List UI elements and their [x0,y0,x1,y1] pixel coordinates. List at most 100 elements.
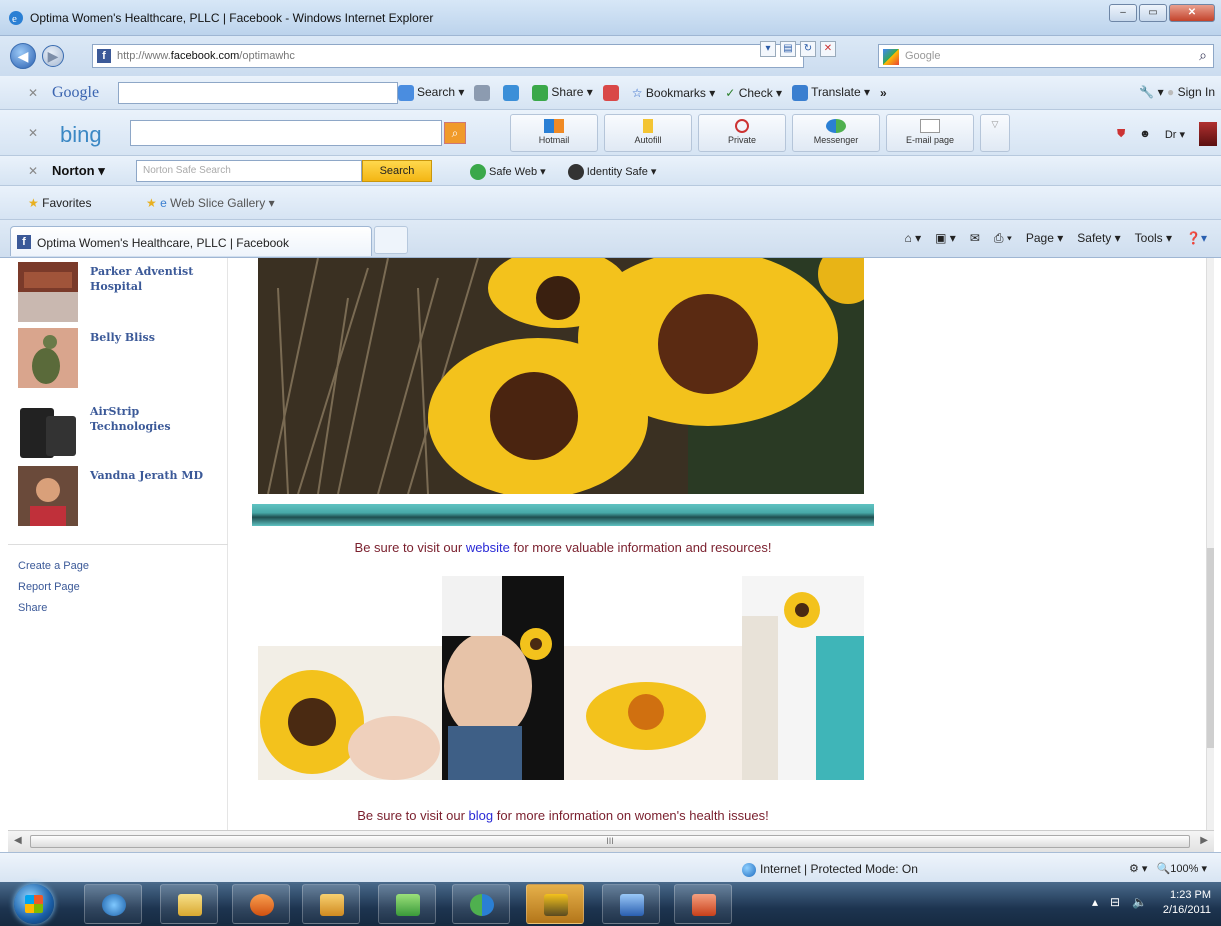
website-link[interactable]: website [466,540,510,555]
show-hidden-icons-icon[interactable]: ▴ [1092,895,1098,909]
taskbar-network[interactable] [602,884,660,924]
help-icon[interactable]: ❓▾ [1186,231,1207,246]
liked-page-item[interactable]: Parker Adventist Hospital [18,262,218,324]
bing-search-input[interactable] [130,120,442,146]
toolbar-translate-button[interactable]: Translate ▾ [792,85,870,101]
refresh-icon[interactable]: ↻ [800,41,816,57]
dropdown-icon[interactable]: ▾ [760,41,776,57]
close-button[interactable]: ✕ [1169,4,1215,22]
address-bar[interactable]: f http://www.facebook.com/optimawhc [92,44,804,68]
web-slice-gallery-link[interactable]: ★ e Web Slice Gallery ▾ [146,196,275,210]
volume-icon[interactable]: 🔈 [1132,895,1147,909]
taskbar-ie[interactable] [84,884,142,924]
clock[interactable]: 1:23 PM 2/16/2011 [1163,888,1211,918]
scroll-right-icon[interactable]: ▶ [1200,835,1208,846]
close-toolbar-icon[interactable]: ✕ [28,126,38,140]
safe-web-button[interactable]: Safe Web ▾ [470,164,546,180]
horizontal-scrollbar[interactable]: ◀ III ▶ [8,830,1214,852]
notes-icon [396,894,420,916]
search-box[interactable]: Google ⌕ [878,44,1214,68]
taskbar-onenote[interactable] [378,884,436,924]
zoom-level[interactable]: ⚙ ▾ 🔍100% ▾ [1129,862,1207,875]
liked-page-name[interactable]: Vandna Jerath MD [90,468,220,483]
home-icon[interactable]: ⌂ ▾ [905,231,922,246]
bing-search-button[interactable]: ⌕ [444,122,466,144]
mail-icon[interactable]: ✉ [970,231,980,246]
liked-page-name[interactable]: Parker Adventist Hospital [90,264,220,294]
network-icon[interactable]: ⊟ [1110,895,1120,909]
toolbar-search-button[interactable]: Search ▾ [398,85,464,101]
norton-search-input[interactable]: Norton Safe Search [136,160,362,182]
liked-page-item[interactable]: Belly Bliss [18,328,218,390]
vertical-scroll-thumb[interactable] [1207,548,1214,748]
popup-blocker-icon[interactable] [602,85,619,101]
safety-menu[interactable]: Safety ▾ [1077,231,1120,246]
norton-search-button[interactable]: Search [362,160,432,182]
liked-page-item[interactable]: Vandna Jerath MD [18,466,218,528]
close-toolbar-icon[interactable]: ✕ [28,86,38,100]
identity-safe-button[interactable]: Identity Safe ▾ [567,164,656,180]
liked-page-name[interactable]: AirStrip Technologies [90,404,220,434]
close-toolbar-icon[interactable]: ✕ [28,164,38,178]
main-column: Be sure to visit our website for more va… [252,258,874,830]
arrow-icon[interactable] [503,85,520,101]
search-icon[interactable]: ⌕ [1199,47,1207,64]
favorites-button[interactable]: ★ Favorites [28,196,91,210]
user-icon[interactable]: ☻ [1139,128,1151,140]
liked-page-item[interactable]: AirStrip Technologies [18,402,218,464]
messenger-button[interactable]: Messenger [792,114,880,152]
bing-dropdown-button[interactable]: ▽ [980,114,1010,152]
horizontal-scroll-thumb[interactable]: III [30,835,1190,848]
compatibility-view-icon[interactable]: ▤ [780,41,796,57]
taskbar-media[interactable] [232,884,290,924]
security-zone[interactable]: Internet | Protected Mode: On [742,862,918,877]
create-page-link[interactable]: Create a Page [18,556,89,577]
tab-bar: f Optima Women's Healthcare, PLLC | Face… [0,220,1221,258]
tab-active[interactable]: f Optima Women's Healthcare, PLLC | Face… [10,226,372,256]
taskbar-outlook[interactable] [302,884,360,924]
hotmail-button[interactable]: Hotmail [510,114,598,152]
private-button[interactable]: Private [698,114,786,152]
minimize-button[interactable]: – [1109,4,1137,22]
back-button[interactable]: ◀ [10,43,36,69]
norton-logo[interactable]: Norton ▾ [52,163,105,179]
stop-icon[interactable]: ✕ [820,41,836,57]
start-button[interactable] [14,884,54,924]
facebook-favicon-icon: f [97,49,111,63]
taskbar-photo-app[interactable] [526,884,584,924]
share-link[interactable]: Share [18,598,89,619]
scroll-left-icon[interactable]: ◀ [14,835,22,846]
toolbar-share-button[interactable]: Share ▾ [532,85,593,101]
print-icon[interactable]: ⎙ ▾ [994,231,1012,246]
toolbar-check-button[interactable]: ✓ Check ▾ [725,86,782,100]
ie-logo-icon: e [9,11,23,25]
taskbar-messenger[interactable] [452,884,510,924]
feeds-icon[interactable]: ▣ ▾ [935,231,956,246]
profile-picture[interactable] [1199,122,1217,146]
tools-menu[interactable]: Tools ▾ [1135,231,1172,246]
autofill-button[interactable]: Autofill [604,114,692,152]
report-page-link[interactable]: Report Page [18,577,89,598]
private-icon [735,119,749,133]
google-search-input[interactable] [118,82,398,104]
sign-in-button[interactable]: 🔧 ▾ ● Sign In [1139,85,1215,99]
left-sidebar: Parker Adventist Hospital Belly Bliss Ai… [8,258,228,830]
messenger-icon [826,119,846,133]
pages-icon[interactable] [474,85,491,101]
blog-link[interactable]: blog [469,808,494,823]
maximize-button[interactable]: ▭ [1139,4,1167,22]
taskbar-powerpoint[interactable] [674,884,732,924]
forward-button[interactable]: ▶ [42,45,64,67]
page-menu[interactable]: Page ▾ [1026,231,1063,246]
security-icon[interactable]: ⛊ [1117,128,1125,141]
liked-page-name[interactable]: Belly Bliss [90,330,220,345]
vertical-scrollbar[interactable] [1206,258,1214,830]
sunflower-banner-image [258,258,864,494]
taskbar-explorer[interactable] [160,884,218,924]
new-tab-button[interactable] [374,226,408,254]
more-tools-button[interactable]: » [880,86,887,100]
toolbar-bookmarks-button[interactable]: ☆ Bookmarks ▾ [632,86,716,100]
user-menu[interactable]: Dr ▾ [1165,128,1185,141]
translate-icon [792,85,809,101]
email-page-button[interactable]: E-mail page [886,114,974,152]
